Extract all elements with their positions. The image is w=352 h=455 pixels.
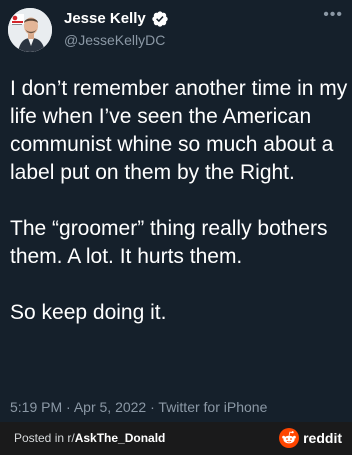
avatar[interactable] [8, 8, 52, 52]
meta-separator: · [150, 399, 155, 415]
reddit-brand[interactable]: reddit [279, 428, 342, 448]
tweet-text: I don’t remember another time in my life… [10, 75, 348, 327]
posted-in-label: Posted in r/AskThe_Donald [14, 431, 165, 446]
tweet-paragraph: I don’t remember another time in my life… [10, 77, 348, 184]
subreddit-name[interactable]: AskThe_Donald [75, 431, 166, 445]
tweet-paragraph: So keep doing it. [10, 301, 167, 324]
tweet-date[interactable]: Apr 5, 2022 [74, 399, 146, 415]
reddit-wordmark: reddit [303, 430, 342, 446]
tweet-time[interactable]: 5:19 PM [10, 399, 62, 415]
more-options-icon[interactable]: ••• [323, 7, 343, 23]
tweet-paragraph: The “groomer” thing really bothers them.… [10, 217, 328, 268]
reddit-footer-bar: Posted in r/AskThe_Donald reddit [0, 422, 352, 455]
reddit-snoo-icon [279, 428, 300, 448]
meta-separator: · [66, 399, 71, 415]
author-name-row: Jesse Kelly [64, 10, 169, 28]
tweet-metadata: 5:19 PM · Apr 5, 2022 · Twitter for iPho… [10, 398, 267, 416]
verified-badge-icon [152, 11, 168, 27]
tweet-source[interactable]: Twitter for iPhone [158, 399, 267, 415]
avatar-image [8, 8, 52, 52]
author-display-name[interactable]: Jesse Kelly [64, 10, 146, 28]
posted-in-prefix: Posted in r/ [14, 431, 75, 445]
tweet-screenshot: Jesse Kelly @JesseKellyDC ••• I don’t re… [0, 0, 352, 455]
author-handle[interactable]: @JesseKellyDC [64, 31, 165, 49]
